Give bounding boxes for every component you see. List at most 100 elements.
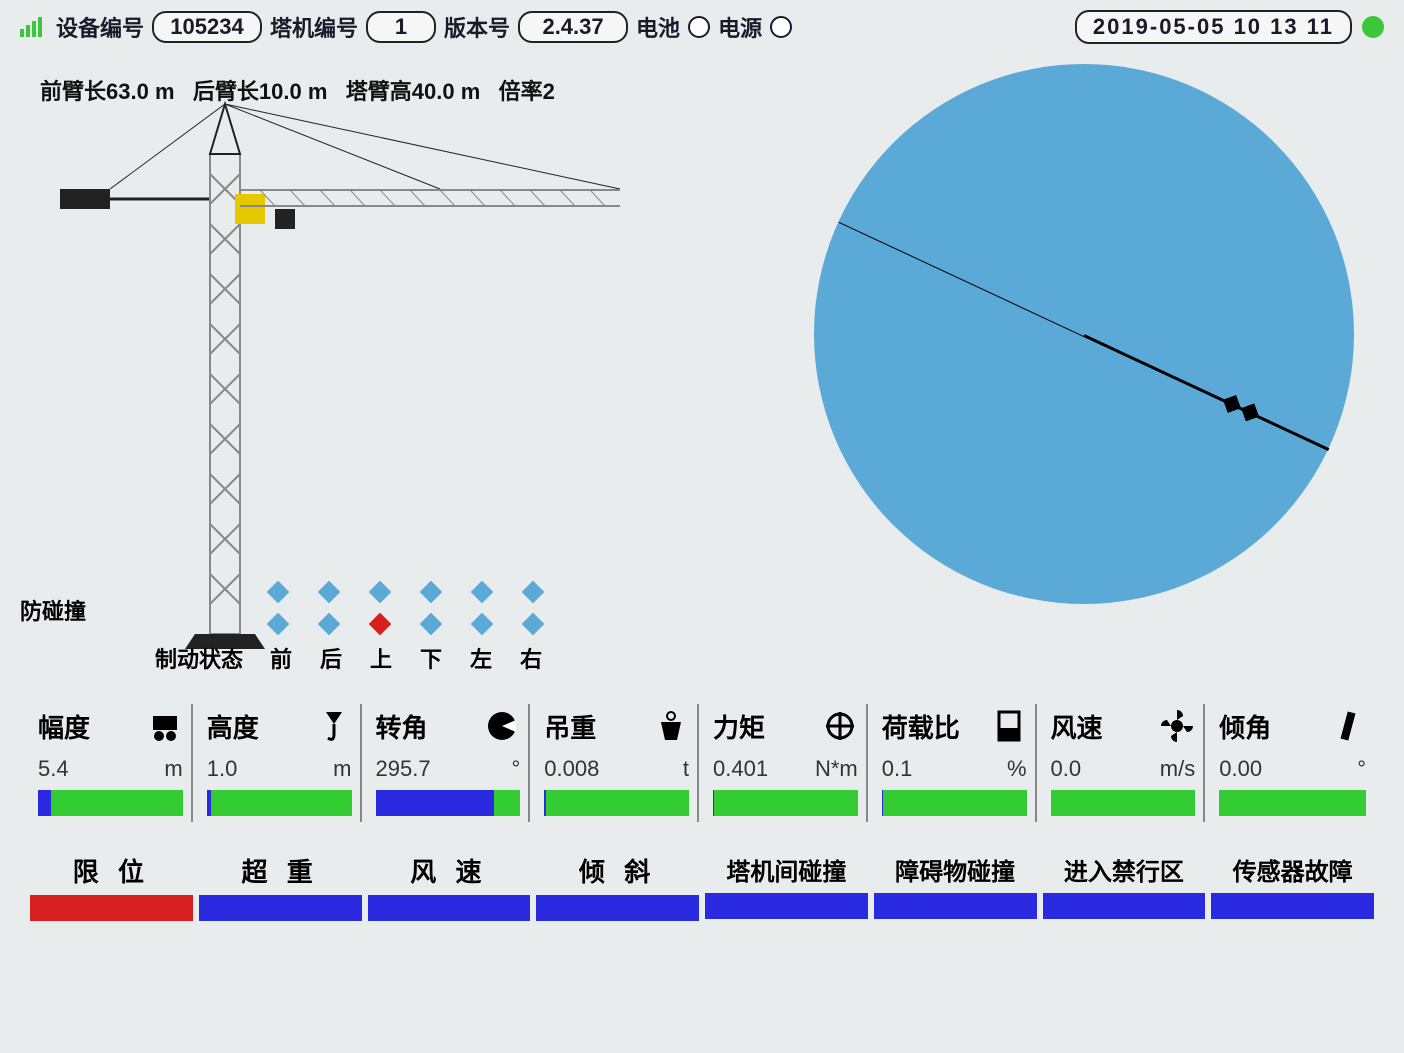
metric-unit: m/s xyxy=(1160,756,1195,782)
metric-unit: ° xyxy=(511,756,520,782)
metric-倾角: 倾角0.00° xyxy=(1211,704,1374,822)
metric-label: 荷载比 xyxy=(882,708,960,745)
metrics-row: 幅度5.4m 高度 1.0 m 转角 295.7 ° 吊重 0.008 t 力矩 0.401 N*m 荷载… xyxy=(0,694,1404,822)
alarm-label: 障碍物碰撞 xyxy=(874,852,1037,887)
metric-label: 风速 xyxy=(1051,708,1103,745)
alarm-indicator xyxy=(30,895,193,921)
brake-led-下-1 xyxy=(420,581,443,604)
metric-bar xyxy=(1051,790,1196,816)
device-id-label: 设备编号 xyxy=(56,11,144,43)
metric-label: 吊重 xyxy=(544,708,596,745)
metric-value: 0.008 xyxy=(544,756,599,782)
metric-unit: m xyxy=(333,756,351,782)
hook-icon xyxy=(316,708,352,744)
moment-icon xyxy=(822,708,858,744)
metric-bar xyxy=(38,790,183,816)
alarm-indicator xyxy=(874,893,1037,919)
power-label: 电源 xyxy=(718,11,762,43)
metric-bar xyxy=(207,790,352,816)
brake-led-后-1 xyxy=(318,581,341,604)
alarm-label: 风 速 xyxy=(368,852,531,889)
device-id-value: 105234 xyxy=(152,11,262,43)
alarm-进入禁行区: 进入禁行区 xyxy=(1043,852,1206,921)
alarm-label: 传感器故障 xyxy=(1211,852,1374,887)
wind-icon xyxy=(1159,708,1195,744)
alarm-障碍物碰撞: 障碍物碰撞 xyxy=(874,852,1037,921)
brake-title: 制动状态 xyxy=(155,642,243,674)
radar-display xyxy=(814,64,1354,604)
brake-led-前-2 xyxy=(267,613,290,636)
metric-label: 力矩 xyxy=(713,708,765,745)
brake-dir-label: 下 xyxy=(420,642,442,674)
metric-荷载比: 荷载比 0.1% xyxy=(874,704,1037,822)
metric-转角: 转角 295.7 ° xyxy=(368,704,531,822)
signal-icon xyxy=(20,17,42,37)
brake-status-panel: 制动状态 前后上下左右 xyxy=(270,584,542,674)
version-label: 版本号 xyxy=(444,11,510,43)
brake-led-下-2 xyxy=(420,613,443,636)
metric-吊重: 吊重 0.008 t xyxy=(536,704,699,822)
status-led-icon xyxy=(1362,16,1384,38)
brake-led-上-2 xyxy=(369,613,392,636)
tilt-icon xyxy=(1330,708,1366,744)
alarm-indicator xyxy=(1211,893,1374,919)
brake-led-上-1 xyxy=(369,581,392,604)
alarm-限位: 限 位 xyxy=(30,852,193,921)
brake-dir-label: 前 xyxy=(270,642,292,674)
brake-led-右-1 xyxy=(522,581,545,604)
brake-led-右-2 xyxy=(522,613,545,636)
metric-label: 倾角 xyxy=(1219,708,1271,745)
brake-dir-label: 左 xyxy=(470,642,492,674)
metric-value: 0.401 xyxy=(713,756,768,782)
alarm-indicator xyxy=(705,893,868,919)
alarm-风速: 风 速 xyxy=(368,852,531,921)
brake-dir-label: 上 xyxy=(370,642,392,674)
metric-value: 0.0 xyxy=(1051,756,1082,782)
alarms-row: 限 位超 重风 速倾 斜塔机间碰撞障碍物碰撞进入禁行区传感器故障 xyxy=(0,822,1404,921)
metric-label: 转角 xyxy=(376,708,428,745)
collision-label: 防碰撞 xyxy=(20,594,86,626)
battery-led-icon xyxy=(688,16,710,38)
battery-label: 电池 xyxy=(636,11,680,43)
metric-风速: 风速 0.0 m/s xyxy=(1043,704,1206,822)
metric-bar xyxy=(544,790,689,816)
load-icon xyxy=(991,708,1027,744)
brake-led-前-1 xyxy=(267,581,290,604)
alarm-塔机间碰撞: 塔机间碰撞 xyxy=(705,852,868,921)
metric-label: 高度 xyxy=(207,708,259,745)
crane-id-value: 1 xyxy=(366,11,436,43)
metric-label: 幅度 xyxy=(38,708,90,745)
alarm-label: 倾 斜 xyxy=(536,852,699,889)
alarm-label: 限 位 xyxy=(30,852,193,889)
metric-value: 295.7 xyxy=(376,756,431,782)
metric-unit: % xyxy=(1007,756,1027,782)
metric-unit: t xyxy=(683,756,689,782)
header-bar: 设备编号 105234 塔机编号 1 版本号 2.4.37 电池 电源 2019… xyxy=(0,0,1404,54)
brake-dir-label: 后 xyxy=(320,642,342,674)
alarm-indicator xyxy=(536,895,699,921)
brake-led-左-1 xyxy=(471,581,494,604)
alarm-label: 塔机间碰撞 xyxy=(705,852,868,887)
metric-幅度: 幅度5.4m xyxy=(30,704,193,822)
brake-dir-label: 右 xyxy=(520,642,542,674)
metric-value: 0.1 xyxy=(882,756,913,782)
metric-unit: N*m xyxy=(815,756,858,782)
metric-unit: ° xyxy=(1357,756,1366,782)
alarm-indicator xyxy=(199,895,362,921)
version-value: 2.4.37 xyxy=(518,11,628,43)
weight-icon xyxy=(653,708,689,744)
metric-bar xyxy=(1219,790,1366,816)
metric-value: 1.0 xyxy=(207,756,238,782)
metric-unit: m xyxy=(164,756,182,782)
alarm-label: 进入禁行区 xyxy=(1043,852,1206,887)
metric-bar xyxy=(376,790,521,816)
brake-led-后-2 xyxy=(318,613,341,636)
metric-bar xyxy=(713,790,858,816)
trolley-icon xyxy=(147,708,183,744)
alarm-indicator xyxy=(368,895,531,921)
crane-id-label: 塔机编号 xyxy=(270,11,358,43)
metric-bar xyxy=(882,790,1027,816)
power-led-icon xyxy=(770,16,792,38)
main-area: 前臂长63.0 m 后臂长10.0 m 塔臂高40.0 m 倍率2 xyxy=(0,54,1404,674)
metric-力矩: 力矩 0.401 N*m xyxy=(705,704,868,822)
